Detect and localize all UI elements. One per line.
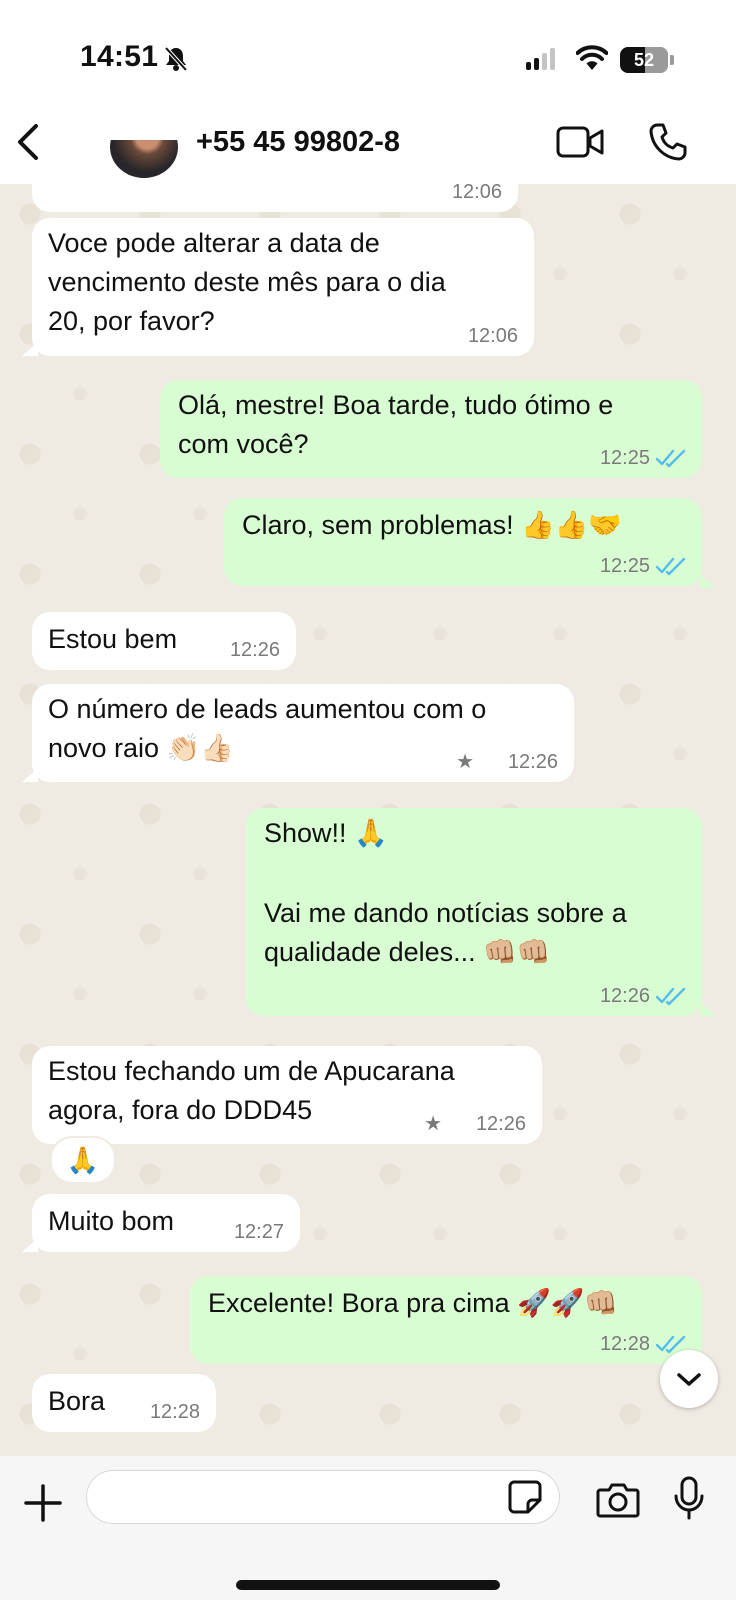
message-text: 20, por favor? (48, 306, 215, 336)
scroll-to-bottom-button[interactable] (660, 1350, 718, 1408)
message-text: Excelente! Bora pra cima 🚀🚀👊🏼 (208, 1288, 618, 1318)
message-time: 12:26 (475, 1113, 526, 1135)
chevron-left-icon[interactable] (14, 122, 44, 162)
reaction-badge[interactable]: 🙏 (50, 1136, 116, 1184)
message-time: 12:26 (507, 751, 558, 773)
input-bar (0, 1456, 736, 1600)
message-bubble-in[interactable]: O número de leads aumentou com o novo ra… (32, 684, 574, 782)
bubble-tail (22, 342, 38, 356)
sticker-icon[interactable] (508, 1480, 542, 1514)
double-check-icon (656, 449, 686, 468)
reaction-emoji: 🙏 (66, 1145, 100, 1175)
message-bubble-in[interactable]: 12:06 (32, 184, 518, 212)
message-time: 12:28 (599, 1333, 650, 1355)
message-text: vencimento deste mês para o dia (48, 267, 446, 297)
home-indicator (236, 1580, 500, 1590)
message-bubble-in[interactable]: Bora 12:28 (32, 1374, 216, 1432)
star-icon: ★ (424, 1113, 442, 1135)
message-text: Claro, sem problemas! 👍👍🤝 (242, 510, 622, 540)
message-input[interactable] (86, 1470, 560, 1524)
message-bubble-in[interactable]: Estou fechando um de Apucarana agora, fo… (32, 1046, 542, 1144)
star-icon: ★ (456, 751, 474, 773)
redaction-block (102, 100, 184, 140)
message-bubble-in[interactable]: Voce pode alterar a data de vencimento d… (32, 218, 534, 356)
bubble-tail (700, 574, 716, 588)
message-text: Bora (48, 1386, 106, 1416)
message-bubble-out[interactable]: Claro, sem problemas! 👍👍🤝 12:25 (224, 498, 702, 586)
double-check-icon (656, 987, 686, 1006)
wifi-icon (576, 45, 608, 70)
message-text: O número de leads aumentou com o (48, 694, 487, 724)
chat-header: +55 45 99802-8 (0, 100, 736, 184)
signal-icon (526, 48, 555, 70)
double-check-icon (656, 557, 686, 576)
bell-slash-icon (164, 46, 188, 72)
message-text: Show!! 🙏 (264, 818, 388, 848)
message-text: Vai me dando notícias sobre a (264, 898, 627, 928)
message-time: 12:26 (229, 639, 280, 661)
message-text: Muito bom (48, 1206, 175, 1236)
message-text: novo raio 👏🏻👍🏻 (48, 733, 234, 763)
message-text: Estou fechando um de Apucarana (48, 1056, 455, 1086)
message-bubble-in[interactable]: Muito bom 12:27 (32, 1194, 300, 1252)
bubble-tail (22, 768, 38, 782)
contact-name[interactable]: +55 45 99802-8 (196, 126, 400, 159)
message-time: 12:28 (149, 1401, 200, 1423)
message-bubble-out[interactable]: Excelente! Bora pra cima 🚀🚀👊🏼 12:28 (190, 1276, 702, 1364)
message-text: Olá, mestre! Boa tarde, tudo ótimo e (178, 390, 614, 420)
message-time: 12:25 (599, 555, 650, 577)
chat-area[interactable]: 12:06 Voce pode alterar a data de vencim… (0, 184, 736, 1456)
plus-icon[interactable] (24, 1484, 62, 1522)
battery-tip (670, 55, 674, 65)
video-camera-icon[interactable] (556, 126, 604, 158)
bubble-tail (700, 1002, 716, 1016)
message-bubble-out[interactable]: Olá, mestre! Boa tarde, tudo ótimo e com… (160, 380, 702, 478)
chevron-down-icon (677, 1373, 701, 1386)
battery-indicator: 52 (620, 47, 668, 73)
message-time: 12:25 (599, 447, 650, 469)
message-time: 12:06 (467, 325, 518, 347)
status-time: 14:51 (80, 40, 159, 73)
microphone-icon[interactable] (672, 1476, 706, 1520)
message-time: 12:06 (451, 184, 502, 203)
battery-level: 52 (633, 50, 655, 70)
camera-icon[interactable] (596, 1482, 640, 1518)
message-text: agora, fora do DDD45 (48, 1095, 313, 1125)
message-bubble-in[interactable]: Estou bem 12:26 (32, 612, 296, 670)
message-time: 12:26 (599, 985, 650, 1007)
bubble-tail (22, 1238, 38, 1252)
message-text: Voce pode alterar a data de (48, 228, 380, 258)
message-text: Estou bem (48, 624, 178, 654)
message-time: 12:27 (233, 1221, 284, 1243)
status-bar: 14:51 52 (0, 0, 736, 100)
message-text: qualidade deles... 👊🏼👊🏼 (264, 937, 551, 967)
message-text: com você? (178, 429, 309, 459)
message-bubble-out[interactable]: Show!! 🙏 Vai me dando notícias sobre a q… (246, 808, 702, 1016)
redaction-block (422, 116, 502, 160)
phone-icon[interactable] (648, 122, 688, 162)
